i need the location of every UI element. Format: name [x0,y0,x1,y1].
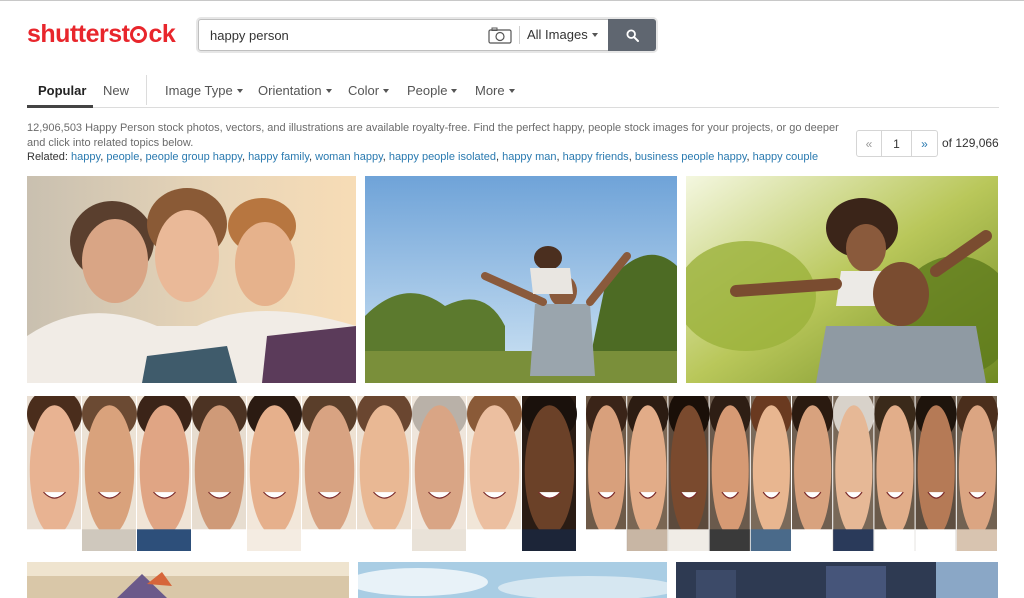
filter-image-type[interactable]: Image Type [165,83,243,98]
chevron-down-icon [325,89,332,93]
logo-text-end: ck [148,20,176,48]
search-bar: All Images [198,19,656,51]
related-topics: Related: happy, people, people group hap… [27,151,819,163]
filter-color[interactable]: Color [348,83,390,98]
camera-icon[interactable] [488,27,512,44]
tab-popular[interactable]: Popular [38,83,86,98]
face-strip [412,396,467,551]
page-number-input[interactable]: 1 [882,130,912,157]
face-strip [137,396,192,551]
face-strip [522,396,577,551]
chevron-down-icon [383,89,390,93]
image-thumbnail-face-collage[interactable] [27,396,577,551]
filter-orientation[interactable]: Orientation [258,83,332,98]
related-label: Related: [27,151,68,163]
face-strip [956,396,998,551]
filter-more[interactable]: More [475,83,515,98]
image-thumbnail-women-selfie[interactable] [27,176,356,383]
face-strip [709,396,751,551]
filter-orientation-label: Orientation [258,83,322,98]
filter-color-label: Color [348,83,380,98]
active-tab-indicator [27,105,93,108]
page-total: of 129,066 [942,136,999,150]
image-thumbnail-sky-landscape[interactable] [358,562,667,598]
face-strip [750,396,792,551]
tab-new[interactable]: New [103,83,129,98]
face-strip [627,396,669,551]
next-page-button[interactable]: » [912,130,938,157]
filter-image-type-label: Image Type [165,83,233,98]
related-link[interactable]: people group happy [146,151,242,163]
face-strip [833,396,875,551]
window-top-border [0,0,1024,1]
related-link[interactable]: happy people isolated [389,151,496,163]
image-thumbnail-laughing-collage[interactable] [586,396,998,551]
nav-divider [146,75,147,105]
related-link[interactable]: happy family [248,151,309,163]
chevron-down-icon [236,89,243,93]
search-button[interactable] [608,19,656,51]
related-link[interactable]: happy friends [563,151,629,163]
face-strip [27,396,82,551]
image-type-label: All Images [527,27,588,42]
image-type-select[interactable]: All Images [527,27,598,42]
logo-text-start: shutterst [27,20,130,48]
chevron-down-icon [451,89,458,93]
face-strip [874,396,916,551]
prev-page-button[interactable]: « [856,130,882,157]
image-thumbnail-city-night[interactable] [676,562,998,598]
face-strip [792,396,834,551]
image-thumbnail-sky-kite[interactable] [27,562,349,598]
chevron-down-icon [591,33,598,37]
search-icon [625,28,639,42]
face-strip [915,396,957,551]
chevron-down-icon [508,89,515,93]
face-strip [192,396,247,551]
face-strip [357,396,412,551]
results-summary: 12,906,503 Happy Person stock photos, ve… [27,122,839,149]
related-link[interactable]: people [106,151,139,163]
image-thumbnail-father-daughter[interactable] [365,176,677,383]
logo-o-mark [130,26,148,43]
filter-people[interactable]: People [407,83,458,98]
related-link[interactable]: happy [71,151,100,163]
filter-nav: Popular New Image Type Orientation Color… [27,72,999,108]
face-strip [668,396,710,551]
face-strip [586,396,628,551]
image-thumbnail-father-daughter-closeup[interactable] [686,176,998,383]
related-link[interactable]: happy man [502,151,556,163]
face-strip [467,396,522,551]
filter-more-label: More [475,83,505,98]
filter-people-label: People [407,83,448,98]
related-link[interactable]: happy couple [753,151,818,163]
search-divider [519,26,520,44]
pagination: « 1 » [856,130,938,157]
face-strip [82,396,137,551]
related-link[interactable]: business people happy [635,151,747,163]
face-strip [302,396,357,551]
shutterstock-logo[interactable]: shutterst ck [27,20,176,49]
face-strip [247,396,302,551]
related-link[interactable]: woman happy [315,151,383,163]
search-input[interactable] [199,20,479,50]
